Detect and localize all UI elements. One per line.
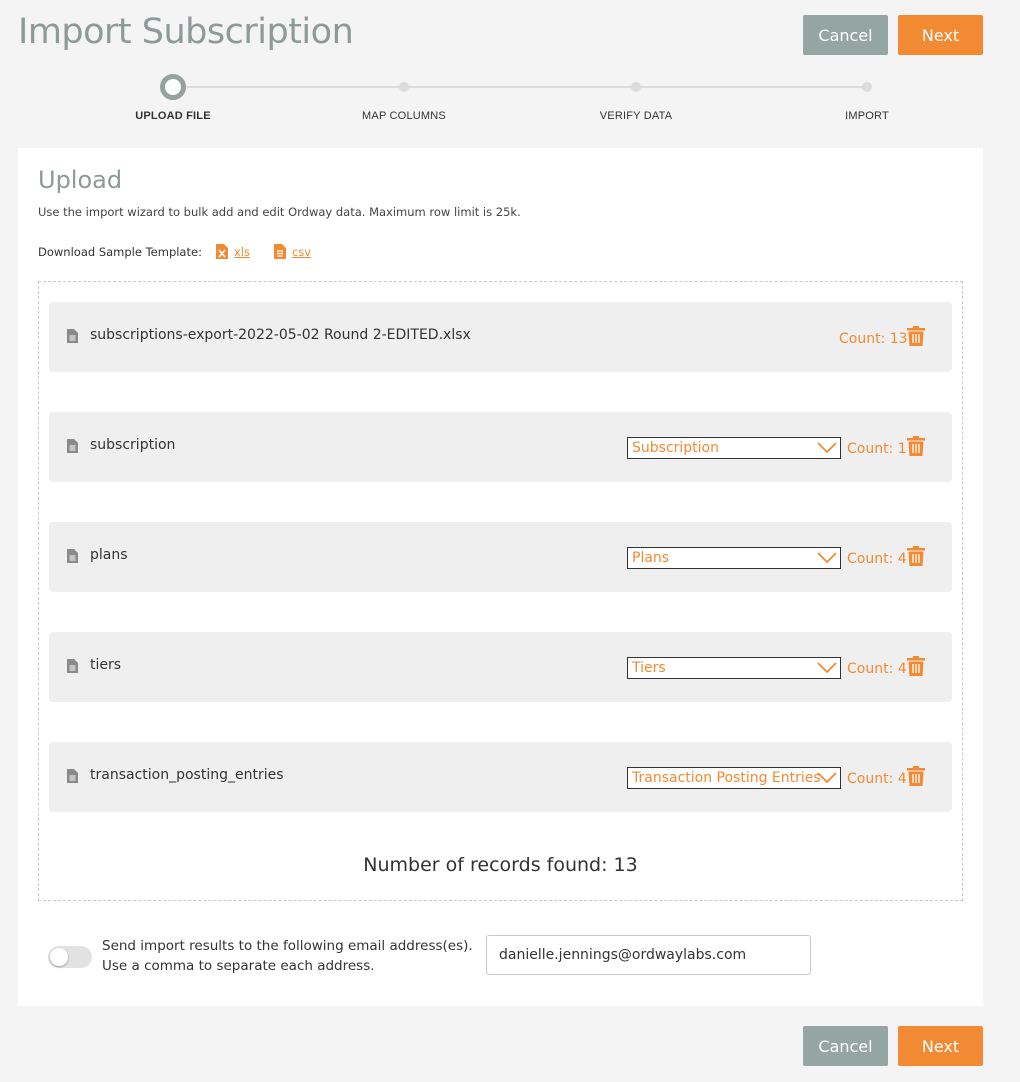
- upload-title: Upload: [38, 166, 123, 194]
- file-count: Count: 4: [847, 661, 907, 677]
- download-template-label: Download Sample Template:: [38, 244, 202, 259]
- records-found: Number of records found: 13: [363, 854, 638, 876]
- trash-icon[interactable]: [907, 546, 925, 566]
- chevron-down-icon: [817, 772, 837, 784]
- stepper-line: [173, 86, 867, 88]
- file-dropzone[interactable]: subscriptions-export-2022-05-02 Round 2-…: [38, 281, 963, 901]
- upload-card: Upload Use the import wizard to bulk add…: [18, 148, 983, 1006]
- document-icon: [67, 439, 78, 453]
- file-name: plans: [90, 547, 128, 563]
- footer-cancel-button[interactable]: Cancel: [803, 1026, 888, 1066]
- trash-icon[interactable]: [907, 436, 925, 456]
- sheet-type-select[interactable]: Plans: [627, 547, 841, 569]
- document-icon: [67, 549, 78, 563]
- step-label-upload-file: UPLOAD FILE: [135, 110, 211, 122]
- sheet-type-select-value: Plans: [632, 550, 670, 566]
- chevron-down-icon: [817, 552, 837, 564]
- chevron-down-icon: [817, 662, 837, 674]
- email-results-label: Send import results to the following ema…: [102, 936, 473, 976]
- file-name: subscription: [90, 437, 176, 453]
- step-dot-map-columns: [399, 82, 409, 92]
- file-name: tiers: [90, 657, 122, 673]
- file-count: Count: 13: [839, 331, 908, 347]
- file-row: transaction_posting_entries Transaction …: [49, 742, 952, 812]
- file-row: subscriptions-export-2022-05-02 Round 2-…: [49, 302, 952, 372]
- email-input[interactable]: [486, 935, 811, 975]
- sheet-type-select[interactable]: Transaction Posting Entries: [627, 767, 841, 789]
- page-title: Import Subscription: [18, 12, 354, 52]
- csv-label: csv: [291, 244, 312, 259]
- document-icon: [67, 659, 78, 673]
- upload-description: Use the import wizard to bulk add and ed…: [38, 205, 521, 219]
- next-button[interactable]: Next: [898, 15, 983, 55]
- file-name: transaction_posting_entries: [90, 767, 284, 783]
- document-icon: [67, 769, 78, 783]
- csv-file-icon: [273, 244, 286, 259]
- email-label-line2: Use a comma to separate each address.: [102, 958, 375, 974]
- sheet-type-select-value: Tiers: [632, 660, 666, 676]
- step-dot-verify-data: [631, 82, 641, 92]
- email-label-line1: Send import results to the following ema…: [102, 938, 473, 954]
- email-results-toggle[interactable]: [48, 946, 92, 968]
- download-csv-link[interactable]: csv: [273, 244, 312, 259]
- file-name: subscriptions-export-2022-05-02 Round 2-…: [90, 327, 471, 343]
- cancel-button[interactable]: Cancel: [803, 15, 888, 55]
- trash-icon[interactable]: [907, 326, 925, 346]
- step-label-import: IMPORT: [845, 110, 889, 122]
- xls-file-icon: [215, 244, 228, 259]
- download-template-row: Download Sample Template: xls csv: [38, 244, 311, 259]
- document-icon: [67, 329, 78, 343]
- file-row: tiers Tiers Count: 4: [49, 632, 952, 702]
- sheet-type-select[interactable]: Tiers: [627, 657, 841, 679]
- toggle-knob: [50, 948, 68, 966]
- step-dot-upload-file: [160, 74, 186, 100]
- chevron-down-icon: [817, 442, 837, 454]
- sheet-type-select-value: Transaction Posting Entries: [632, 770, 821, 786]
- step-label-map-columns: MAP COLUMNS: [362, 110, 446, 122]
- file-count: Count: 4: [847, 551, 907, 567]
- file-count: Count: 4: [847, 771, 907, 787]
- step-label-verify-data: VERIFY DATA: [599, 110, 673, 122]
- trash-icon[interactable]: [907, 766, 925, 786]
- footer-next-button[interactable]: Next: [898, 1026, 983, 1066]
- sheet-type-select[interactable]: Subscription: [627, 437, 841, 459]
- download-xls-link[interactable]: xls: [215, 244, 250, 259]
- step-dot-import: [862, 82, 872, 92]
- sheet-type-select-value: Subscription: [632, 440, 719, 456]
- xls-label: xls: [233, 244, 250, 259]
- trash-icon[interactable]: [907, 656, 925, 676]
- file-row: plans Plans Count: 4: [49, 522, 952, 592]
- file-row: subscription Subscription Count: 1: [49, 412, 952, 482]
- file-count: Count: 1: [847, 441, 907, 457]
